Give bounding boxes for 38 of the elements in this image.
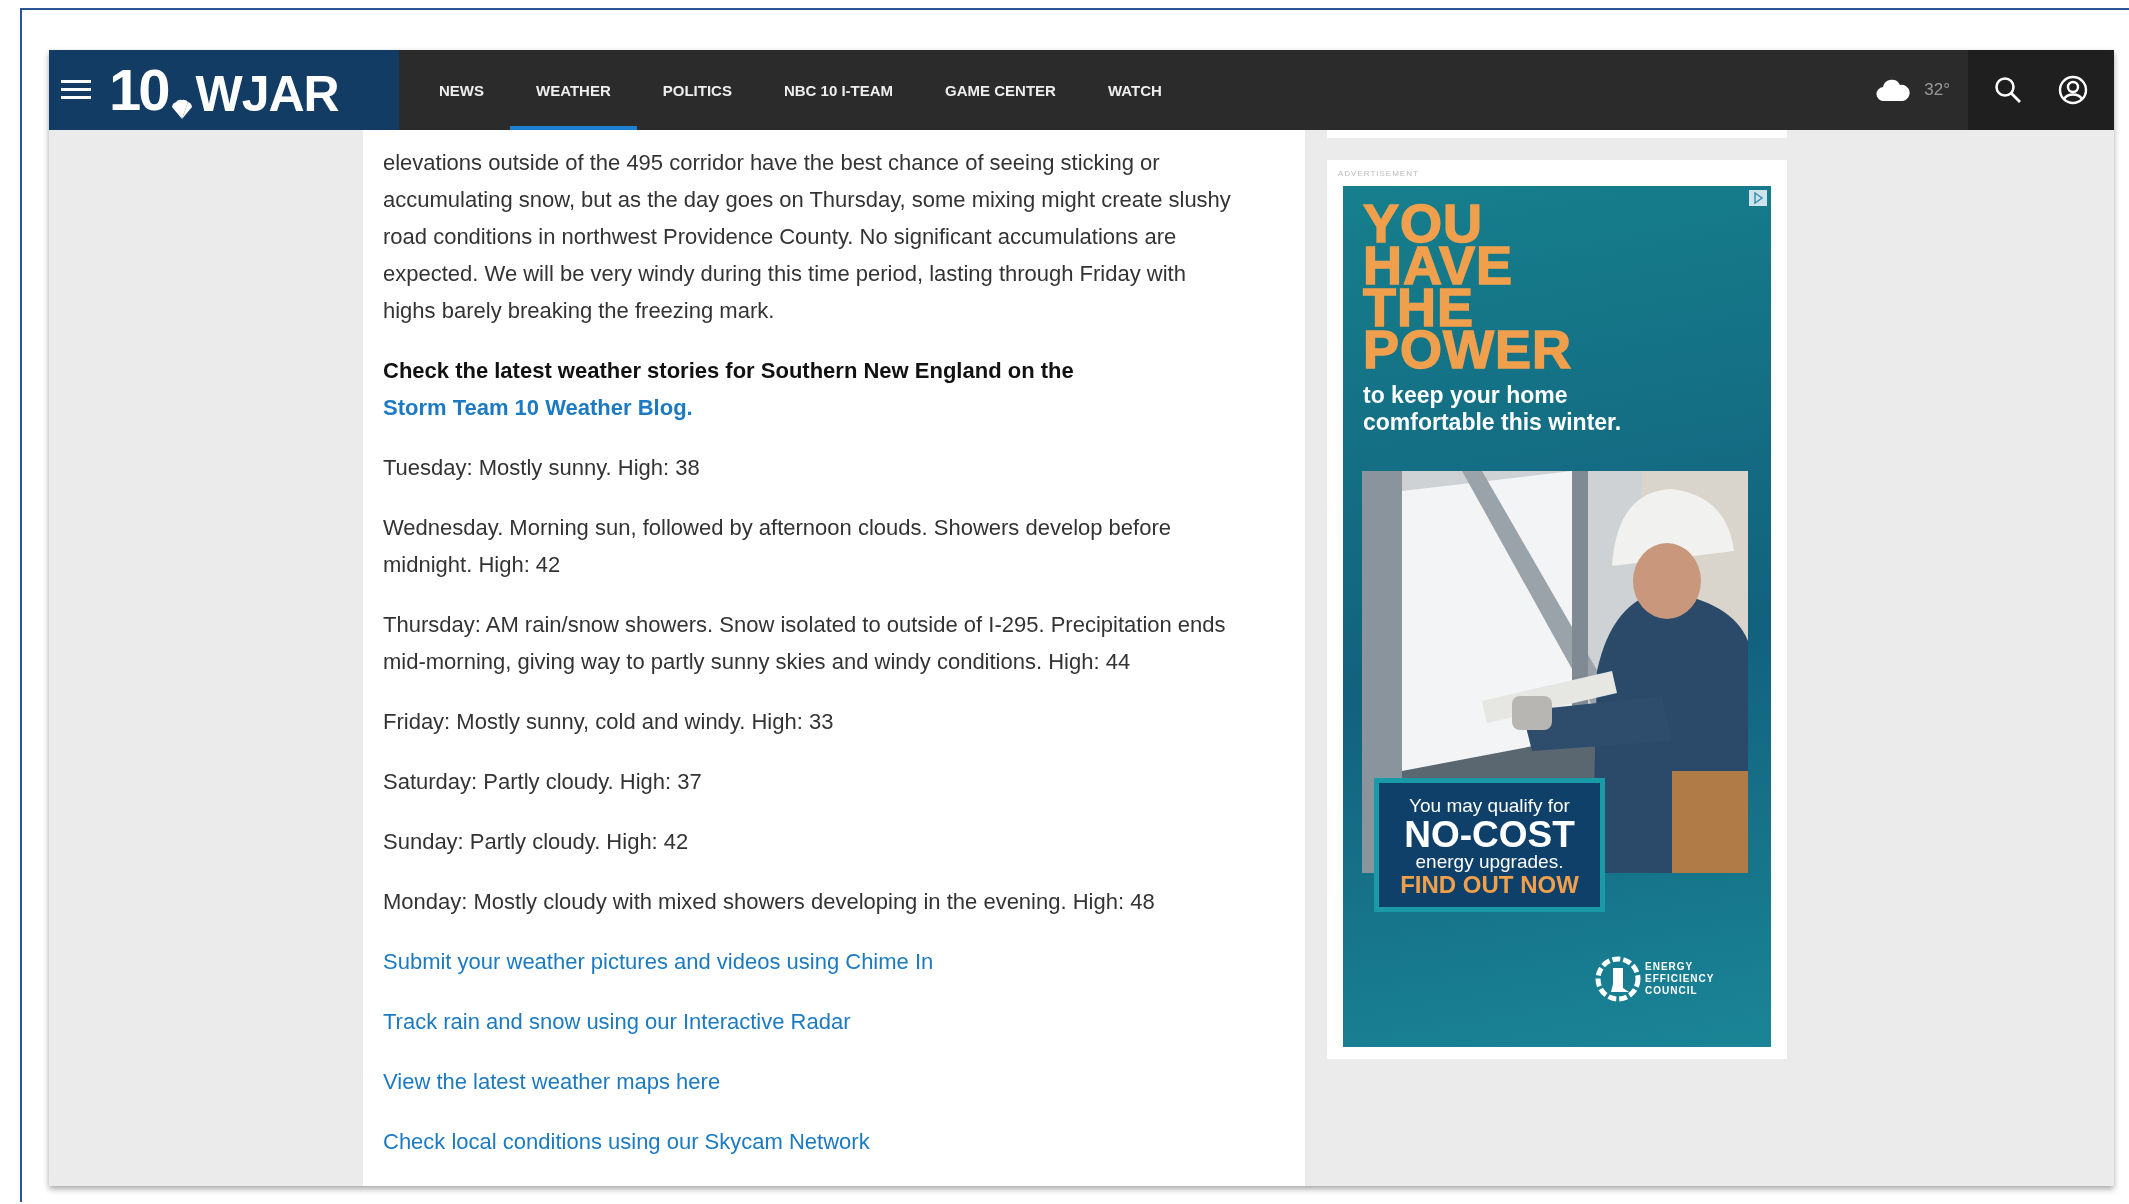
paragraph: Monday: Mostly cloudy with mixed showers developing in the evening. High: 48 bbox=[383, 888, 1156, 916]
cloud-icon bbox=[1876, 79, 1911, 101]
paragraph: Thursday: AM rain/snow showers. Snow isolated to outside of I-295. Precipitation ends mid-morning, giving way to partly sunny skies and windy conditions. High: 44 bbox=[383, 611, 1227, 676]
nav-tab[interactable]: NEWS bbox=[413, 50, 510, 130]
temperature: 32° bbox=[1924, 80, 1950, 100]
blog-link[interactable]: Storm Team 10 Weather Blog. bbox=[383, 395, 693, 420]
offer-detail: energy upgrades. bbox=[1414, 853, 1565, 871]
article-link[interactable]: View the latest weather maps here bbox=[383, 1069, 721, 1094]
paragraph: Wednesday. Morning sun, followed by afternoon clouds. Showers develop before midnight. High: 42 bbox=[383, 514, 1172, 579]
article-link[interactable]: Submit your weather pictures and videos using Chime In bbox=[383, 949, 934, 974]
paragraph: Saturday: Partly cloudy. High: 37 bbox=[383, 768, 703, 796]
sponsor-name: ENERGY EFFICIENCY COUNCIL bbox=[1645, 961, 1715, 997]
nav-tab[interactable]: POLITICS bbox=[636, 50, 758, 130]
search-icon[interactable] bbox=[1994, 76, 2022, 104]
nav-tab[interactable]: NBC 10 I-TEAM bbox=[757, 50, 920, 130]
offer-box[interactable]: You may qualify for NO-COST energy upgrades. FIND OUT NOW bbox=[1374, 778, 1605, 912]
ad-choices-icon[interactable] bbox=[1749, 190, 1767, 206]
menu-icon[interactable] bbox=[61, 79, 91, 101]
paragraph: Sunday: Partly cloudy. High: 42 bbox=[383, 828, 690, 856]
article-link[interactable]: Track rain and snow using our Interactive Radar bbox=[383, 1009, 851, 1034]
ad-subheadline: to keep your home comfortable this winter. bbox=[1363, 382, 1623, 436]
logo-number[interactable]: 10 bbox=[109, 61, 168, 119]
nav-tab[interactable]: WATCH bbox=[1081, 50, 1188, 130]
paragraph: elevations outside of the 495 corridor have the best chance of seeing sticking or accumulating snow, but as the day goes on Thursday, some mixing might create slushy road conditions in northwest Providence County. No significant accumulations are expected. We will be very windy during this time period, lasting through Friday with highs barely breaking the freezing mark. bbox=[383, 149, 1232, 325]
account-icon[interactable] bbox=[2058, 75, 2088, 105]
ad-banner[interactable]: YOU HAVE THE POWER to keep your home comfortable this winter. You may qualify for NO-COST energy upgrades. FIND OUT NOW ENERGY EFFICIENCY COUNCIL bbox=[1343, 186, 1771, 1047]
ad-headline: YOU HAVE THE POWER bbox=[1363, 202, 1573, 370]
paragraph: Tuesday: Mostly sunny. High: 38 bbox=[383, 454, 701, 482]
nav-tab[interactable]: GAME CENTER bbox=[919, 50, 1082, 130]
offer-cta: FIND OUT NOW bbox=[1399, 871, 1580, 899]
paragraph: Check the latest weather stories for Southern New England on the Storm Team 10 Weather Blog. bbox=[383, 357, 1075, 422]
article-link[interactable]: Check local conditions using our Skycam Network bbox=[383, 1129, 870, 1154]
council-logo-icon bbox=[1593, 954, 1643, 1004]
offer-intro: You may qualify for bbox=[1408, 795, 1571, 817]
offer-main: NO-COST bbox=[1403, 817, 1576, 853]
logo-name[interactable]: WJAR bbox=[195, 69, 339, 119]
ad-label: ADVERTISEMENT bbox=[1338, 168, 1420, 180]
paragraph: Friday: Mostly sunny, cold and windy. High: 33 bbox=[383, 708, 835, 736]
